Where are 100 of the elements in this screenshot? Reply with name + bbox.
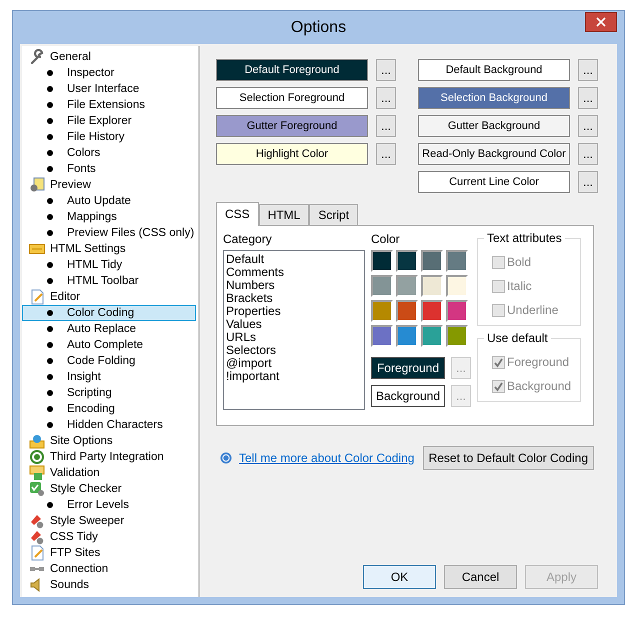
list-item[interactable]: !important [226,370,362,383]
color-button[interactable]: Read-Only Background Color [418,143,570,165]
checkbox-label: Italic [507,279,532,293]
color-swatch[interactable] [446,325,468,347]
bullet-icon [47,358,53,364]
tree-item[interactable]: Colors [22,145,196,161]
color-swatch[interactable] [446,250,468,272]
color-swatch[interactable] [421,250,443,272]
color-button[interactable]: Selection Background [418,87,570,109]
color-button[interactable]: Foreground [371,357,445,379]
tab[interactable]: CSS [216,202,259,226]
tree-item[interactable]: Preview [22,177,196,193]
bullet-icon [47,150,53,156]
color-swatch[interactable] [396,325,418,347]
preview-icon [29,177,45,193]
bullet-icon [47,406,53,412]
list-item[interactable]: @import [226,357,362,370]
ellipsis-button[interactable]: ... [376,87,396,109]
color-swatch[interactable] [396,275,418,297]
tree-item[interactable]: HTML Settings [22,241,196,257]
tree-item[interactable]: Hidden Characters [22,417,196,433]
tree-item[interactable]: Error Levels [22,497,196,513]
tree-item[interactable]: Inspector [22,65,196,81]
list-item[interactable]: Values [226,318,362,331]
color-button[interactable]: Background [371,385,445,407]
ellipsis-button[interactable]: ... [376,115,396,137]
ellipsis-button[interactable]: ... [376,59,396,81]
dialog-button[interactable]: Cancel [444,565,517,589]
color-button[interactable]: Highlight Color [216,143,368,165]
tree-item[interactable]: File History [22,129,196,145]
bullet-icon [47,342,53,348]
ellipsis-button[interactable]: ... [578,115,598,137]
color-button[interactable]: Selection Foreground [216,87,368,109]
ellipsis-button[interactable]: ... [578,143,598,165]
tree-item[interactable]: CSS Tidy [22,529,196,545]
tree-item[interactable]: Third Party Integration [22,449,196,465]
bullet-icon [47,70,53,76]
bullet-icon [47,86,53,92]
tree-item[interactable]: Connection [22,561,196,577]
globe-icon [29,433,45,449]
tree-item[interactable]: Code Folding [22,353,196,369]
tree-item[interactable]: Style Checker [22,481,196,497]
tree-item[interactable]: Mappings [22,209,196,225]
color-swatch[interactable] [421,325,443,347]
color-swatch[interactable] [371,300,393,322]
color-swatch[interactable] [371,250,393,272]
list-item[interactable]: URLs [226,331,362,344]
tree-item[interactable]: FTP Sites [22,545,196,561]
tree-item[interactable]: Sounds [22,577,196,593]
color-button[interactable]: Gutter Foreground [216,115,368,137]
list-item[interactable]: Default [226,253,362,266]
ellipsis-button[interactable]: ... [578,87,598,109]
list-item[interactable]: Comments [226,266,362,279]
close-icon [596,17,606,27]
tree-item[interactable]: Scripting [22,385,196,401]
tree-item[interactable]: Color Coding [22,305,196,321]
tree-item[interactable]: Fonts [22,161,196,177]
badge-icon [29,241,45,257]
list-item[interactable]: Selectors [226,344,362,357]
list-item[interactable]: Numbers [226,279,362,292]
color-button[interactable]: Gutter Background [418,115,570,137]
tree-item[interactable]: File Explorer [22,113,196,129]
color-swatch[interactable] [371,275,393,297]
color-swatch[interactable] [396,250,418,272]
help-link[interactable]: Tell me more about Color Coding [239,451,414,465]
tree-item[interactable]: User Interface [22,81,196,97]
tree-item[interactable]: Style Sweeper [22,513,196,529]
list-item[interactable]: Brackets [226,292,362,305]
tab[interactable]: HTML [258,204,310,225]
list-item[interactable]: Properties [226,305,362,318]
tree-item[interactable]: Editor [22,289,196,305]
reset-button[interactable]: Reset to Default Color Coding [422,446,594,470]
tree-item[interactable]: Validation [22,465,196,481]
tree-item[interactable]: Preview Files (CSS only) [22,225,196,241]
color-swatch[interactable] [421,300,443,322]
color-swatch[interactable] [396,300,418,322]
tree-item[interactable]: Insight [22,369,196,385]
tab[interactable]: Script [309,204,358,225]
ellipsis-button[interactable]: ... [578,171,598,193]
tree-item[interactable]: HTML Toolbar [22,273,196,289]
tree-item[interactable]: Encoding [22,401,196,417]
ellipsis-button[interactable]: ... [376,143,396,165]
tree-item[interactable]: File Extensions [22,97,196,113]
tree-item[interactable]: Auto Complete [22,337,196,353]
close-button[interactable] [585,12,617,32]
tree-item[interactable]: Site Options [22,433,196,449]
color-swatch[interactable] [421,275,443,297]
color-button[interactable]: Default Background [418,59,570,81]
color-swatch[interactable] [371,325,393,347]
color-swatch[interactable] [446,275,468,297]
tree-item[interactable]: Auto Replace [22,321,196,337]
color-swatch[interactable] [446,300,468,322]
tree-item[interactable]: HTML Tidy [22,257,196,273]
checkbox-label: Background [507,379,572,393]
color-button[interactable]: Current Line Color [418,171,570,193]
tree-item[interactable]: Auto Update [22,193,196,209]
tree-item[interactable]: General [22,49,196,65]
dialog-button[interactable]: OK [363,565,436,589]
color-button[interactable]: Default Foreground [216,59,368,81]
ellipsis-button[interactable]: ... [578,59,598,81]
